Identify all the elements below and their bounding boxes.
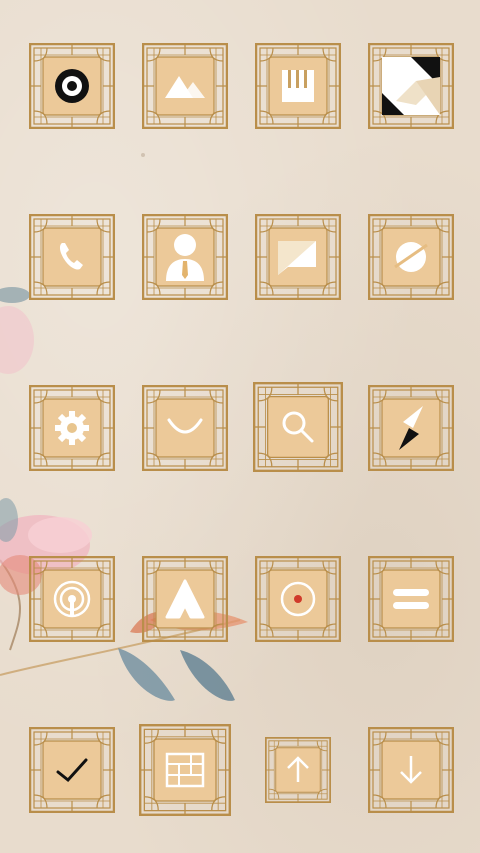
app-icon-gallery[interactable] xyxy=(142,43,228,129)
compass-icon xyxy=(393,404,429,452)
app-icon-browser[interactable] xyxy=(368,214,454,300)
app-icon-search[interactable] xyxy=(253,382,343,472)
gear-icon xyxy=(50,406,94,450)
app-icon-store[interactable] xyxy=(142,385,228,471)
arrow-up-icon xyxy=(276,748,320,792)
app-icon-camera[interactable] xyxy=(29,43,115,129)
record-dot-icon xyxy=(276,577,320,621)
app-icon-clock[interactable] xyxy=(29,727,115,813)
phone-icon xyxy=(50,235,94,279)
app-icon-phone[interactable] xyxy=(29,214,115,300)
arrow-down-icon xyxy=(389,748,433,792)
planet-icon xyxy=(389,235,433,279)
message-bubble-icon xyxy=(276,235,320,279)
app-icon-settings[interactable] xyxy=(29,385,115,471)
app-icon-music[interactable] xyxy=(255,43,341,129)
app-icon-download[interactable] xyxy=(368,727,454,813)
grid-calendar-icon xyxy=(163,748,207,792)
app-icon-upload[interactable] xyxy=(265,737,331,803)
app-icon-contacts[interactable] xyxy=(142,214,228,300)
app-icon-calendar[interactable] xyxy=(139,724,231,816)
clock-hands-icon xyxy=(50,748,94,792)
equals-icon xyxy=(389,577,433,621)
app-icon-app-a[interactable] xyxy=(142,556,228,642)
letter-a-icon xyxy=(163,577,207,621)
mountains-icon xyxy=(163,64,207,108)
smile-icon xyxy=(163,406,207,450)
app-icon-radio[interactable] xyxy=(29,556,115,642)
app-icon-launcher-theme[interactable] xyxy=(368,43,454,129)
record-ring-icon xyxy=(50,64,94,108)
magnifier-icon xyxy=(276,405,320,449)
app-icon-messages[interactable] xyxy=(255,214,341,300)
broadcast-icon xyxy=(50,577,94,621)
app-icon-recorder[interactable] xyxy=(255,556,341,642)
app-icon-menu[interactable] xyxy=(368,556,454,642)
geometric-tile-icon xyxy=(382,57,440,115)
app-icon-compass[interactable] xyxy=(368,385,454,471)
person-tie-icon xyxy=(162,231,208,283)
piano-keys-icon xyxy=(276,64,320,108)
